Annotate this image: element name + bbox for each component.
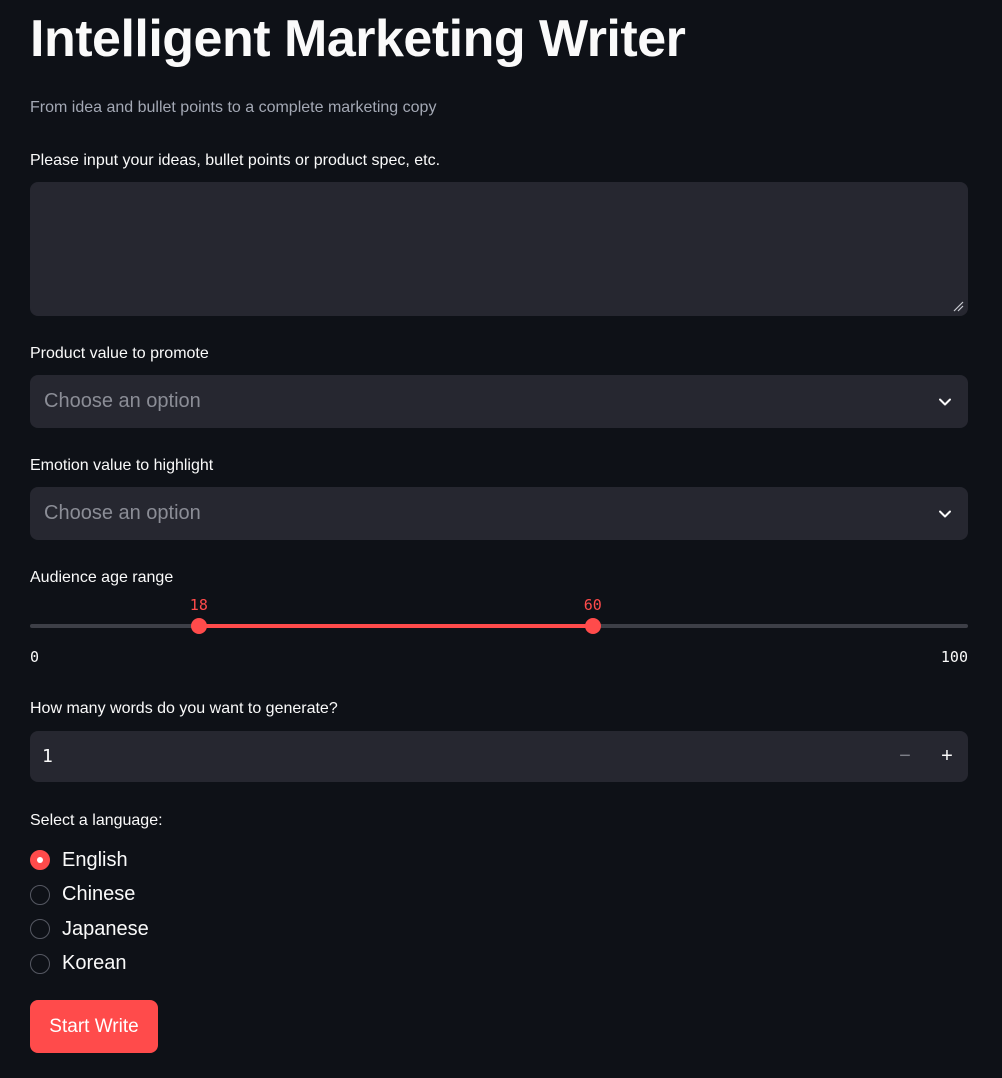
radio-english[interactable]: English (30, 843, 149, 878)
slider-high-value: 60 (583, 596, 602, 614)
radio-circle[interactable] (30, 919, 50, 940)
slider-low-value: 18 (189, 596, 208, 614)
word-count-field[interactable] (30, 746, 884, 767)
radio-chinese[interactable]: Chinese (30, 878, 149, 913)
radio-japanese[interactable]: Japanese (30, 912, 149, 947)
age-range-slider[interactable]: 18 60 0 100 (30, 592, 968, 672)
radio-label: Chinese (62, 883, 136, 906)
page-subtitle: From idea and bullet points to a complet… (30, 99, 437, 116)
start-write-button[interactable]: Start Write (30, 1000, 158, 1053)
product-value-placeholder: Choose an option (44, 390, 201, 412)
app-page: Intelligent Marketing Writer From idea a… (0, 0, 1002, 1078)
radio-label: English (62, 848, 128, 871)
product-value-select[interactable]: Choose an option (30, 375, 968, 428)
radio-circle[interactable] (30, 850, 50, 871)
radio-label: Japanese (62, 917, 149, 940)
chevron-down-icon (939, 510, 951, 517)
product-value-label: Product value to promote (30, 345, 209, 362)
radio-korean[interactable]: Korean (30, 947, 149, 982)
age-range-label: Audience age range (30, 569, 174, 586)
increment-button[interactable]: + (926, 731, 968, 782)
language-label: Select a language: (30, 812, 163, 829)
word-count-label: How many words do you want to generate? (30, 700, 338, 717)
page-title: Intelligent Marketing Writer (30, 10, 686, 68)
emotion-value-placeholder: Choose an option (44, 502, 201, 524)
chevron-down-icon (939, 398, 951, 405)
slider-selected-range (198, 624, 593, 628)
word-count-input: − + (30, 731, 968, 782)
radio-circle[interactable] (30, 884, 50, 905)
ideas-textarea[interactable] (30, 182, 968, 316)
slider-low-thumb[interactable] (190, 618, 207, 634)
resize-handle-icon[interactable] (952, 300, 964, 312)
ideas-label: Please input your ideas, bullet points o… (30, 152, 441, 169)
slider-min-label: 0 (30, 648, 40, 666)
decrement-button[interactable]: − (884, 731, 926, 782)
language-radio-group: English Chinese Japanese Korean (30, 843, 149, 981)
slider-high-thumb[interactable] (584, 618, 601, 634)
radio-circle[interactable] (30, 953, 50, 974)
emotion-value-select[interactable]: Choose an option (30, 487, 968, 540)
slider-max-label: 100 (940, 648, 968, 666)
radio-label: Korean (62, 952, 127, 975)
emotion-value-label: Emotion value to highlight (30, 457, 214, 474)
